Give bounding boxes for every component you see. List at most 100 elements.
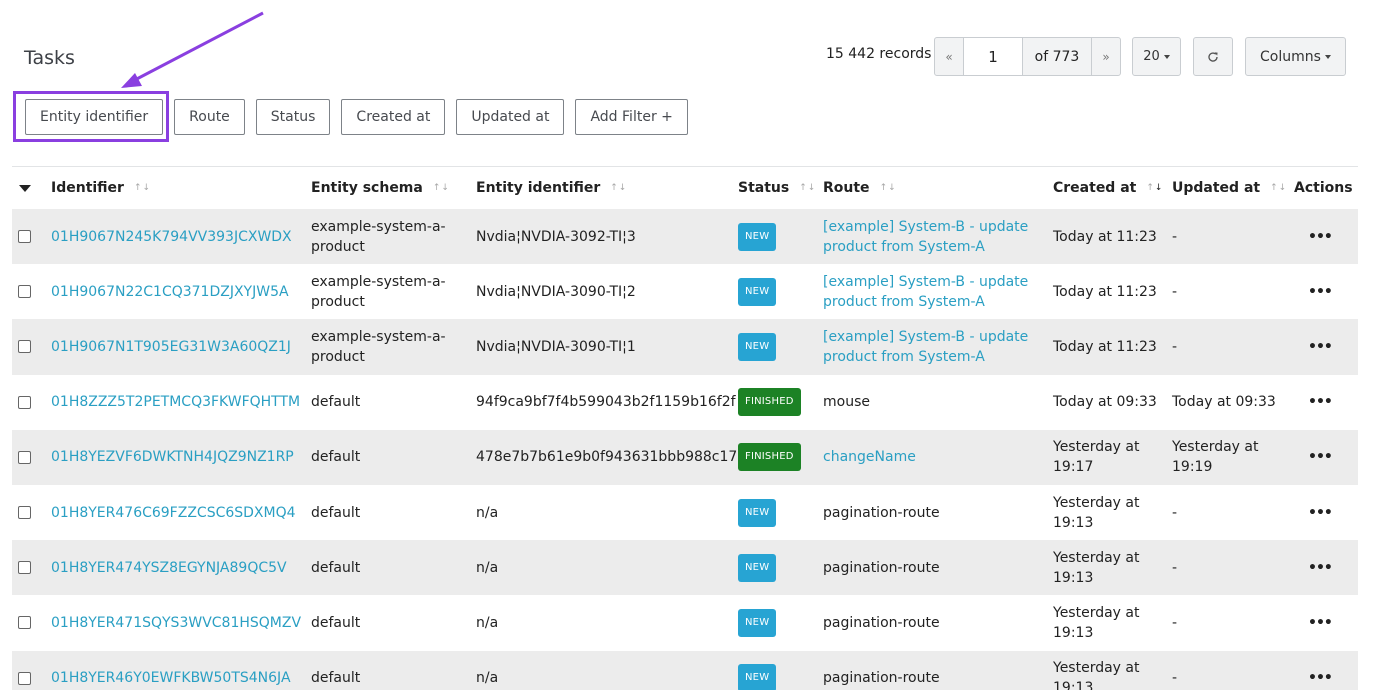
status-badge: NEW <box>738 222 777 251</box>
created-at: Today at 11:23 <box>1053 227 1157 247</box>
column-entity-schema[interactable]: Entity schema ↑↓ <box>311 167 450 209</box>
first-page-button[interactable]: « <box>935 38 963 75</box>
row-checkbox[interactable] <box>18 450 31 464</box>
updated-at-line: - <box>1172 504 1178 521</box>
row-checkbox[interactable] <box>18 506 31 520</box>
route-name: mouse <box>823 392 870 412</box>
sort-icon[interactable]: ↑↓ <box>610 183 627 193</box>
filter-updated-at[interactable]: Updated at <box>456 99 565 135</box>
entity-identifier: Nvdia¦NVDIA-3090-TI¦2 <box>476 283 636 300</box>
created-at: Today at 09:33 <box>1053 392 1157 412</box>
route-link-line: product from System-A <box>823 293 985 310</box>
route-link[interactable]: [example] System-B - update product from … <box>823 217 1028 257</box>
sort-icon[interactable]: ↑↓ <box>134 183 151 193</box>
route-link[interactable]: [example] System-B - update product from … <box>823 327 1028 367</box>
filter-route[interactable]: Route <box>174 99 245 135</box>
header-label: Status <box>738 180 790 196</box>
entity-identifier: n/a <box>476 559 499 576</box>
route-link-line: changeName <box>823 449 916 466</box>
created-at-line: Today at 11:23 <box>1053 338 1157 355</box>
table-row: 01H9067N245K794VV393JCXWDX example-system… <box>12 209 1358 265</box>
next-page-button[interactable]: » <box>1092 38 1120 75</box>
column-route[interactable]: Route ↑↓ <box>823 167 897 209</box>
route-link[interactable]: changeName <box>823 447 916 467</box>
status-badge: NEW <box>738 498 777 527</box>
sort-icon[interactable]: ↑↓ <box>799 183 816 193</box>
task-identifier-link[interactable]: 01H8YER476C69FZZCSC6SDXMQ4 <box>51 503 296 523</box>
updated-at-line: - <box>1172 338 1178 355</box>
collapse-toggle[interactable] <box>19 167 31 209</box>
row-checkbox[interactable] <box>18 616 31 630</box>
route-name-line: pagination-route <box>823 614 940 631</box>
updated-at: - <box>1172 337 1177 357</box>
sort-desc-icon[interactable]: ↑↓ <box>1146 183 1163 193</box>
row-checkbox[interactable] <box>18 340 31 354</box>
task-identifier-link[interactable]: 01H8YER471SQYS3WVC81HSQMZV <box>51 613 301 633</box>
updated-at: Yesterday at 19:19 <box>1172 437 1258 477</box>
sort-icon[interactable]: ↑↓ <box>880 183 897 193</box>
entity-identifier: n/a <box>476 670 499 687</box>
entity-schema-line: example-system-a- <box>311 328 446 345</box>
entity-identifier: 94f9ca9bf7f4b599043b2f1159b16f2f <box>476 394 736 411</box>
column-created-at[interactable]: Created at ↑↓ <box>1053 167 1163 209</box>
entity-schema: example-system-a-product <box>311 217 446 257</box>
updated-at-line: Yesterday at <box>1172 439 1259 456</box>
created-at-line: Today at 11:23 <box>1053 228 1157 245</box>
per-page-select[interactable]: 20 <box>1132 37 1181 76</box>
row-checkbox[interactable] <box>18 230 31 244</box>
task-identifier-link[interactable]: 01H9067N245K794VV393JCXWDX <box>51 227 292 247</box>
sort-icon[interactable]: ↑↓ <box>1270 183 1287 193</box>
filter-created-at[interactable]: Created at <box>341 99 446 135</box>
sort-icon[interactable]: ↑↓ <box>433 183 450 193</box>
route-name-line: pagination-route <box>823 559 940 576</box>
more-actions-icon[interactable]: ••• <box>1308 227 1333 247</box>
column-entity-identifier[interactable]: Entity identifier ↑↓ <box>476 167 627 209</box>
header-label: Updated at <box>1172 180 1261 196</box>
created-at-line: 19:13 <box>1053 514 1094 531</box>
row-checkbox[interactable] <box>18 671 31 685</box>
task-identifier-link[interactable]: 01H8YER474YSZ8EGYNJA89QC5V <box>51 558 287 578</box>
header-label: Created at <box>1053 180 1137 196</box>
created-at-line: 19:17 <box>1053 459 1094 476</box>
task-identifier-link[interactable]: 01H9067N22C1CQ371DZJXYJW5A <box>51 282 289 302</box>
task-identifier-link[interactable]: 01H8ZZZ5T2PETMCQ3FKWFQHTTM <box>51 392 300 412</box>
created-at-line: Yesterday at <box>1053 604 1140 621</box>
more-actions-icon[interactable]: ••• <box>1308 558 1333 578</box>
header-label: Identifier <box>51 180 124 196</box>
created-at-line: Yesterday at <box>1053 549 1140 566</box>
more-actions-icon[interactable]: ••• <box>1308 503 1333 523</box>
updated-at-line: - <box>1172 283 1178 300</box>
row-checkbox[interactable] <box>18 395 31 409</box>
entity-schema: default <box>311 447 360 467</box>
column-status[interactable]: Status ↑↓ <box>738 167 816 209</box>
refresh-button[interactable] <box>1193 37 1233 76</box>
page-input[interactable]: 1 <box>963 38 1023 75</box>
column-updated-at[interactable]: Updated at ↑↓ <box>1172 167 1287 209</box>
columns-label: Columns <box>1260 48 1321 65</box>
pagination: « 1 of 773 » <box>934 37 1121 76</box>
entity-identifier: n/a <box>476 614 499 631</box>
more-actions-icon[interactable]: ••• <box>1308 392 1333 412</box>
more-actions-icon[interactable]: ••• <box>1308 447 1333 467</box>
entity-schema: default <box>311 558 360 578</box>
route-link[interactable]: [example] System-B - update product from … <box>823 272 1028 312</box>
task-identifier-link[interactable]: 01H8YER46Y0EWFKBW50TS4N6JA <box>51 668 291 688</box>
entity-schema-line: default <box>311 670 361 687</box>
task-identifier-link[interactable]: 01H8YEZVF6DWKTNH4JQZ9NZ1RP <box>51 447 294 467</box>
entity-schema-line: example-system-a- <box>311 218 446 235</box>
filter-status[interactable]: Status <box>255 99 331 135</box>
entity-schema: default <box>311 392 360 412</box>
entity-schema: example-system-a-product <box>311 272 446 312</box>
column-identifier[interactable]: Identifier ↑↓ <box>51 167 151 209</box>
row-checkbox[interactable] <box>18 285 31 299</box>
task-identifier-link[interactable]: 01H9067N1T905EG31W3A60QZ1J <box>51 337 291 357</box>
more-actions-icon[interactable]: ••• <box>1308 282 1333 302</box>
more-actions-icon[interactable]: ••• <box>1308 668 1333 688</box>
filter-entity-identifier[interactable]: Entity identifier <box>25 99 164 135</box>
row-checkbox[interactable] <box>18 561 31 575</box>
route-name: pagination-route <box>823 558 940 578</box>
more-actions-icon[interactable]: ••• <box>1308 613 1333 633</box>
columns-button[interactable]: Columns <box>1245 37 1346 76</box>
add-filter-button[interactable]: Add Filter + <box>575 99 688 135</box>
more-actions-icon[interactable]: ••• <box>1308 337 1333 357</box>
